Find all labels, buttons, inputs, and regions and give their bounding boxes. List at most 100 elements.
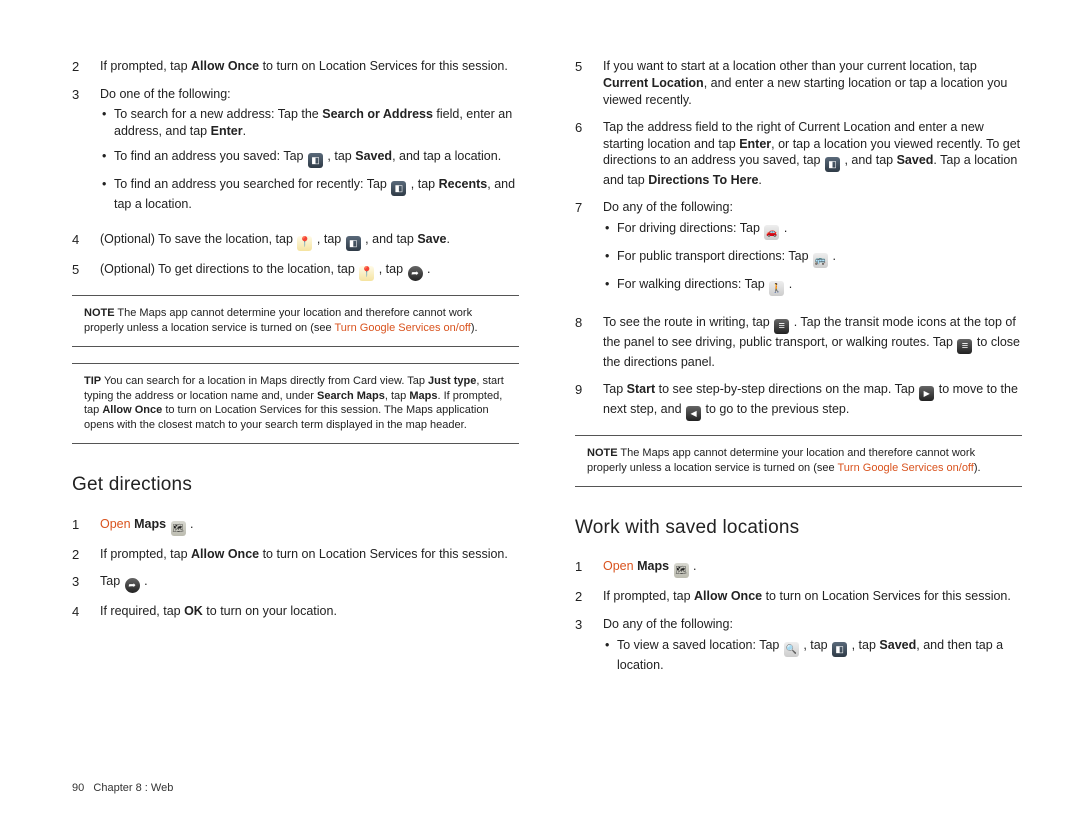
search-icon <box>784 642 799 657</box>
bullet-item: •To search for a new address: Tap the Se… <box>100 106 519 140</box>
bullet-text: For driving directions: Tap . <box>617 220 787 240</box>
bullet-dot: • <box>100 176 114 213</box>
note-tail: ). <box>974 462 981 474</box>
step-item: 5If you want to start at a location othe… <box>575 58 1022 109</box>
directions-arrow-icon <box>125 578 140 593</box>
step-item: 3Do any of the following:•To view a save… <box>575 616 1022 682</box>
step-number: 3 <box>575 616 603 682</box>
maps-app-icon <box>674 563 689 578</box>
step-item: 1Open Maps . <box>575 558 1022 578</box>
steps-list-c: 5If you want to start at a location othe… <box>575 58 1022 421</box>
step-body: Do one of the following:•To search for a… <box>100 86 519 222</box>
note-label: NOTE <box>587 447 618 459</box>
heading-get-directions: Get directions <box>72 472 519 498</box>
step-number: 1 <box>72 516 100 536</box>
step-item: 2If prompted, tap Allow Once to turn on … <box>72 546 519 564</box>
step-number: 6 <box>575 119 603 190</box>
step-body: If prompted, tap Allow Once to turn on L… <box>100 58 519 76</box>
step-item: 6Tap the address field to the right of C… <box>575 119 1022 190</box>
bullet-dot: • <box>603 637 617 674</box>
maps-app-icon <box>171 521 186 536</box>
step-number: 1 <box>575 558 603 578</box>
note-tail: ). <box>471 322 478 334</box>
step-number: 2 <box>72 546 100 564</box>
step-body: If prompted, tap Allow Once to turn on L… <box>100 546 519 564</box>
step-item: 5(Optional) To get directions to the loc… <box>72 261 519 281</box>
step-body: Do any of the following:•For driving dir… <box>603 199 1022 304</box>
step-body: Tap the address field to the right of Cu… <box>603 119 1022 190</box>
bullet-item: •For walking directions: Tap . <box>603 276 1022 296</box>
step-body: Open Maps . <box>100 516 519 536</box>
heading-saved-locations: Work with saved locations <box>575 515 1022 541</box>
step-item: 7Do any of the following:•For driving di… <box>575 199 1022 304</box>
bullet-item: •To find an address you searched for rec… <box>100 176 519 213</box>
note-link[interactable]: Turn Google Services on/off <box>838 462 974 474</box>
tip-box: TIP You can search for a location in Map… <box>72 363 519 444</box>
pin-icon <box>359 266 374 281</box>
bullet-text: For walking directions: Tap . <box>617 276 792 296</box>
step-number: 8 <box>575 314 603 371</box>
step-body: Tap Start to see step-by-step directions… <box>603 381 1022 421</box>
bullet-text: To view a saved location: Tap , tap , ta… <box>617 637 1022 674</box>
step-body: (Optional) To get directions to the loca… <box>100 261 519 281</box>
bullet-text: To search for a new address: Tap the Sea… <box>114 106 519 140</box>
chapter-label: Chapter 8 : Web <box>93 782 173 794</box>
page-number: 90 <box>72 782 84 794</box>
note-link[interactable]: Turn Google Services on/off <box>335 322 471 334</box>
step-item: 4If required, tap OK to turn on your loc… <box>72 603 519 621</box>
bullet-dot: • <box>603 248 617 268</box>
list-icon <box>957 339 972 354</box>
step-item: 9Tap Start to see step-by-step direction… <box>575 381 1022 421</box>
pin-icon <box>297 236 312 251</box>
steps-list-b: 1Open Maps .2If prompted, tap Allow Once… <box>72 516 519 621</box>
tip-label: TIP <box>84 375 101 387</box>
bullet-dot: • <box>603 220 617 240</box>
bullet-item: •For driving directions: Tap . <box>603 220 1022 240</box>
step-item: 2If prompted, tap Allow Once to turn on … <box>72 58 519 76</box>
list-icon <box>774 319 789 334</box>
step-item: 3Tap . <box>72 573 519 593</box>
bullet-item: •To find an address you saved: Tap , tap… <box>100 148 519 168</box>
step-body: To see the route in writing, tap . Tap t… <box>603 314 1022 371</box>
step-number: 2 <box>72 58 100 76</box>
note-box-2: NOTE The Maps app cannot determine your … <box>575 435 1022 487</box>
book-icon <box>346 236 361 251</box>
step-number: 3 <box>72 573 100 593</box>
step-number: 9 <box>575 381 603 421</box>
left-column: 2If prompted, tap Allow Once to turn on … <box>72 58 519 692</box>
bullet-text: To find an address you saved: Tap , tap … <box>114 148 501 168</box>
book-icon <box>825 157 840 172</box>
step-item: 1Open Maps . <box>72 516 519 536</box>
step-number: 5 <box>72 261 100 281</box>
step-item: 4(Optional) To save the location, tap , … <box>72 231 519 251</box>
step-number: 7 <box>575 199 603 304</box>
right-column: 5If you want to start at a location othe… <box>575 58 1022 692</box>
step-body: Open Maps . <box>603 558 1022 578</box>
walk-icon <box>769 281 784 296</box>
step-number: 4 <box>72 231 100 251</box>
car-icon <box>764 225 779 240</box>
bullet-text: To find an address you searched for rece… <box>114 176 519 213</box>
next-arrow-icon <box>919 386 934 401</box>
step-number: 5 <box>575 58 603 109</box>
prev-arrow-icon <box>686 406 701 421</box>
book-icon <box>391 181 406 196</box>
steps-list-d: 1Open Maps . 2If prompted, tap Allow Once… <box>575 558 1022 681</box>
note-label: NOTE <box>84 307 115 319</box>
step-body: Do any of the following:•To view a saved… <box>603 616 1022 682</box>
step-number: 4 <box>72 603 100 621</box>
step-body: If you want to start at a location other… <box>603 58 1022 109</box>
step-body: (Optional) To save the location, tap , t… <box>100 231 519 251</box>
step-body: If required, tap OK to turn on your loca… <box>100 603 519 621</box>
bullet-dot: • <box>603 276 617 296</box>
note-box-1: NOTE The Maps app cannot determine your … <box>72 295 519 347</box>
page-footer: 90 Chapter 8 : Web <box>72 781 173 796</box>
bullet-dot: • <box>100 106 114 140</box>
step-number: 3 <box>72 86 100 222</box>
book-icon <box>832 642 847 657</box>
bullet-item: •To view a saved location: Tap , tap , t… <box>603 637 1022 674</box>
step-item: 2If prompted, tap Allow Once to turn on … <box>575 588 1022 606</box>
bus-icon <box>813 253 828 268</box>
bullet-dot: • <box>100 148 114 168</box>
step-item: 8To see the route in writing, tap . Tap … <box>575 314 1022 371</box>
